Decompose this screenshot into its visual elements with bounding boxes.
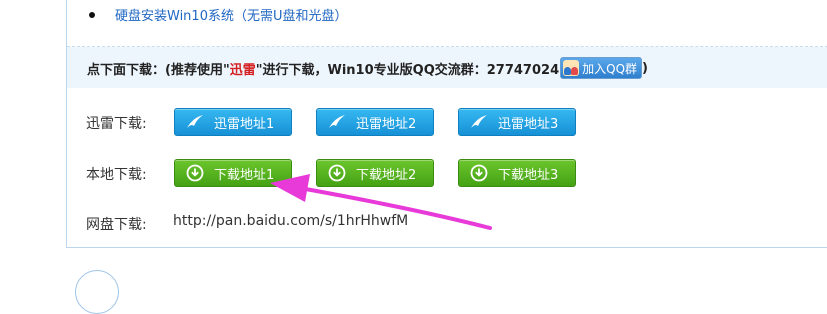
local-address-3-label: 下载地址3	[498, 167, 559, 183]
download-circle-icon	[326, 162, 348, 184]
netdisk-url[interactable]: http://pan.baidu.com/s/1hrHhwfM	[173, 213, 408, 229]
download-panel: 硬盘安装Win10系统（无需U盘和光盘） 点下面下载：(推荐使用" 迅雷 "进行…	[66, 0, 827, 248]
related-article-link[interactable]: 硬盘安装Win10系统（无需U盘和光盘）	[115, 5, 347, 24]
thunder-bird-icon	[468, 111, 490, 133]
notice-suffix: "进行下载，Win10专业版QQ交流群：27747024	[255, 62, 560, 78]
thunder-address-2-button[interactable]: 迅雷地址2	[316, 108, 434, 136]
thunder-address-2-label: 迅雷地址2	[356, 116, 417, 132]
scroll-top-circle[interactable]	[75, 270, 119, 314]
thunder-address-3-button[interactable]: 迅雷地址3	[458, 108, 576, 136]
qq-group-icon	[563, 60, 580, 76]
thunder-address-1-button[interactable]: 迅雷地址1	[174, 108, 292, 136]
join-qq-group-button[interactable]: 加入QQ群	[560, 57, 643, 79]
bullet-icon	[89, 12, 95, 18]
local-download-label: 本地下载:	[86, 167, 147, 183]
thunder-download-label: 迅雷下载:	[86, 116, 147, 132]
local-address-3-button[interactable]: 下载地址3	[458, 159, 576, 187]
local-address-1-button[interactable]: 下载地址1	[174, 159, 292, 187]
join-qq-group-label: 加入QQ群	[582, 61, 638, 76]
download-circle-icon	[468, 162, 490, 184]
download-notice: 点下面下载：(推荐使用" 迅雷 "进行下载，Win10专业版QQ交流群：2774…	[67, 47, 827, 88]
thunder-bird-icon	[326, 111, 348, 133]
download-circle-icon	[184, 162, 206, 184]
notice-highlight: 迅雷	[229, 62, 256, 78]
netdisk-download-label: 网盘下载:	[86, 217, 147, 233]
notice-prefix: 点下面下载：(推荐使用"	[87, 62, 230, 78]
thunder-address-3-label: 迅雷地址3	[498, 116, 559, 132]
local-address-1-label: 下载地址1	[214, 167, 275, 183]
thunder-address-1-label: 迅雷地址1	[214, 116, 275, 132]
notice-close-paren: )	[642, 60, 648, 76]
local-address-2-label: 下载地址2	[356, 167, 417, 183]
thunder-bird-icon	[184, 111, 206, 133]
related-article-row: 硬盘安装Win10系统（无需U盘和光盘）	[67, 0, 827, 47]
local-address-2-button[interactable]: 下载地址2	[316, 159, 434, 187]
notice-text: 点下面下载：(推荐使用" 迅雷 "进行下载，Win10专业版QQ交流群：2774…	[87, 57, 648, 79]
